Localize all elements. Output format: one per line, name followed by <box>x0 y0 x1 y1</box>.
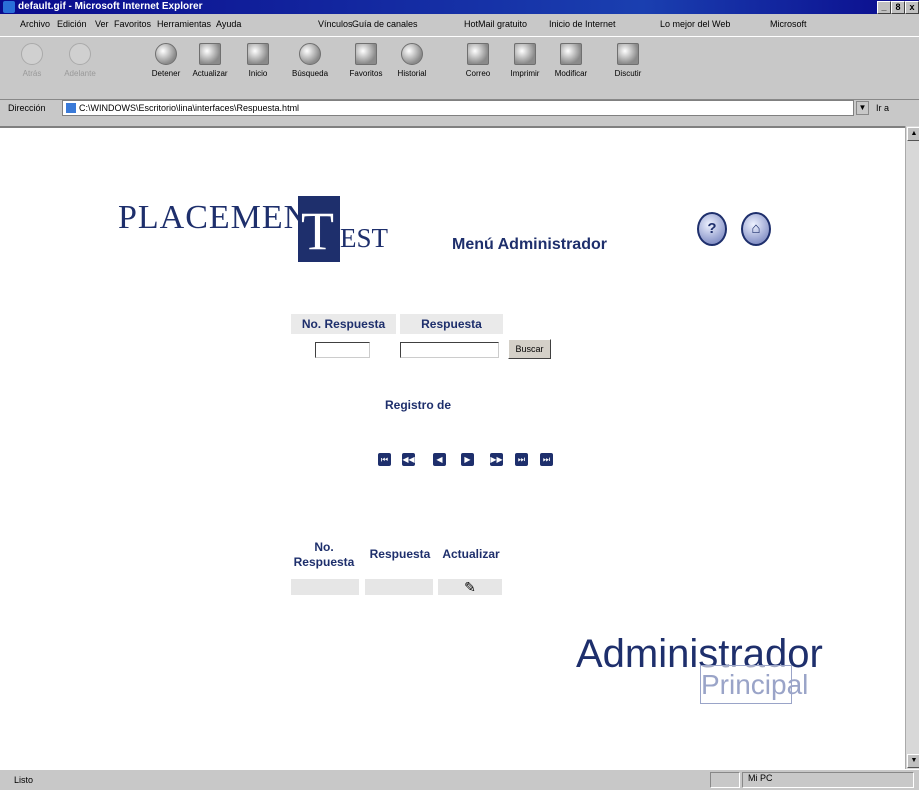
status-cell-1 <box>710 772 740 788</box>
nav-prev-page-icon[interactable]: ◀◀ <box>402 453 415 466</box>
window-titlebar: default.gif - Microsoft Internet Explore… <box>0 0 919 14</box>
logo-text-right: EST <box>340 223 389 253</box>
stop-button[interactable]: Detener <box>146 43 186 78</box>
results-header-no-respuesta: No. Respuesta <box>293 540 355 569</box>
nav-prev-icon[interactable]: ◀ <box>433 453 446 466</box>
print-button[interactable]: Imprimir <box>505 43 545 78</box>
link-inicio-internet[interactable]: Inicio de Internet <box>549 19 616 29</box>
close-button[interactable]: x <box>905 1 919 14</box>
status-bar: Listo Mi PC <box>0 769 919 790</box>
page-icon <box>66 103 76 113</box>
refresh-icon <box>199 43 221 65</box>
back-button[interactable]: Atrás <box>12 43 52 78</box>
forward-arrow-icon <box>69 43 91 65</box>
home-button[interactable]: Inicio <box>238 43 278 78</box>
minimize-button[interactable]: _ <box>877 1 891 14</box>
discuss-icon <box>617 43 639 65</box>
vertical-scrollbar[interactable]: ▲ ▼ <box>905 126 919 769</box>
go-button[interactable]: Ir a <box>876 103 889 113</box>
menu-herramientas[interactable]: Herramientas <box>157 19 211 29</box>
search-header-no-respuesta: No. Respuesta <box>291 314 396 334</box>
history-icon <box>401 43 423 65</box>
menu-edicion[interactable]: Edición <box>57 19 87 29</box>
registro-label: Registro de <box>385 398 452 412</box>
logo-text-left: PLACEMEN <box>118 199 310 236</box>
toolbar: Atrás Adelante Detener Actualizar Inicio… <box>0 36 919 100</box>
favorites-icon <box>355 43 377 65</box>
edit-button[interactable]: Modificar <box>551 43 591 78</box>
link-mejor-web[interactable]: Lo mejor del Web <box>660 19 730 29</box>
stop-icon <box>155 43 177 65</box>
menu-archivo[interactable]: Archivo <box>20 19 50 29</box>
results-header-respuesta: Respuesta <box>369 547 431 561</box>
nav-first-icon[interactable]: ⏮ <box>378 453 391 466</box>
address-bar: Dirección C:\WINDOWS\Escritorio\lina\int… <box>0 98 919 118</box>
scroll-down-arrow-icon[interactable]: ▼ <box>907 754 919 768</box>
respuesta-input[interactable] <box>400 342 499 358</box>
mail-button[interactable]: Correo <box>458 43 498 78</box>
scroll-up-arrow-icon[interactable]: ▲ <box>907 127 919 141</box>
favorites-button[interactable]: Favoritos <box>346 43 386 78</box>
nav-next-page-icon[interactable]: ▶▶ <box>490 453 503 466</box>
table-row-cell-no <box>291 579 359 595</box>
home-page-icon[interactable]: ⌂ <box>741 212 771 246</box>
results-header-actualizar: Actualizar <box>442 547 500 561</box>
help-icon[interactable]: ? <box>697 212 727 246</box>
link-hotmail[interactable]: HotMail gratuito <box>464 19 527 29</box>
link-guia-canales[interactable]: Guía de canales <box>352 19 418 29</box>
history-button[interactable]: Historial <box>392 43 432 78</box>
link-microsoft[interactable]: Microsoft <box>770 19 807 29</box>
address-dropdown-button[interactable]: ▼ <box>856 101 869 115</box>
table-row-cell-actualizar: ✎ <box>438 579 502 595</box>
status-text: Listo <box>14 775 34 785</box>
back-arrow-icon <box>21 43 43 65</box>
links-label: Vínculos <box>318 19 353 29</box>
buscar-button[interactable]: Buscar <box>508 339 551 359</box>
no-respuesta-input[interactable] <box>315 342 370 358</box>
print-icon <box>514 43 536 65</box>
principal-subtitle: Principal <box>700 665 808 704</box>
menu-ver[interactable]: Ver <box>95 19 109 29</box>
maximize-button[interactable]: 8 <box>891 1 905 14</box>
menubar: Archivo Edición Ver Favoritos Herramient… <box>0 14 919 34</box>
pencil-edit-icon[interactable]: ✎ <box>464 579 476 595</box>
address-input[interactable]: C:\WINDOWS\Escritorio\lina\interfaces\Re… <box>62 100 854 116</box>
address-value: C:\WINDOWS\Escritorio\lina\interfaces\Re… <box>79 103 300 113</box>
window-title: default.gif - Microsoft Internet Explore… <box>18 1 203 12</box>
search-icon <box>299 43 321 65</box>
ie-icon <box>3 1 15 13</box>
mail-icon <box>467 43 489 65</box>
nav-end-icon[interactable]: ⏭ <box>540 453 553 466</box>
placementest-logo: PLACEMEN T EST <box>118 185 418 275</box>
forward-button[interactable]: Adelante <box>60 43 100 78</box>
discuss-button[interactable]: Discutir <box>608 43 648 78</box>
menu-title: Menú Administrador <box>452 236 607 253</box>
home-icon <box>247 43 269 65</box>
menu-ayuda[interactable]: Ayuda <box>216 19 241 29</box>
search-button[interactable]: Búsqueda <box>290 43 330 78</box>
nav-last-icon[interactable]: ⏭ <box>515 453 528 466</box>
status-zone: Mi PC <box>748 773 773 783</box>
table-row-cell-respuesta <box>365 579 433 595</box>
address-label: Dirección <box>8 103 46 113</box>
menu-favoritos[interactable]: Favoritos <box>114 19 151 29</box>
logo-t-box: T <box>298 196 340 262</box>
edit-page-icon <box>560 43 582 65</box>
search-header-respuesta: Respuesta <box>400 314 503 334</box>
refresh-button[interactable]: Actualizar <box>190 43 230 78</box>
nav-next-icon[interactable]: ▶ <box>461 453 474 466</box>
